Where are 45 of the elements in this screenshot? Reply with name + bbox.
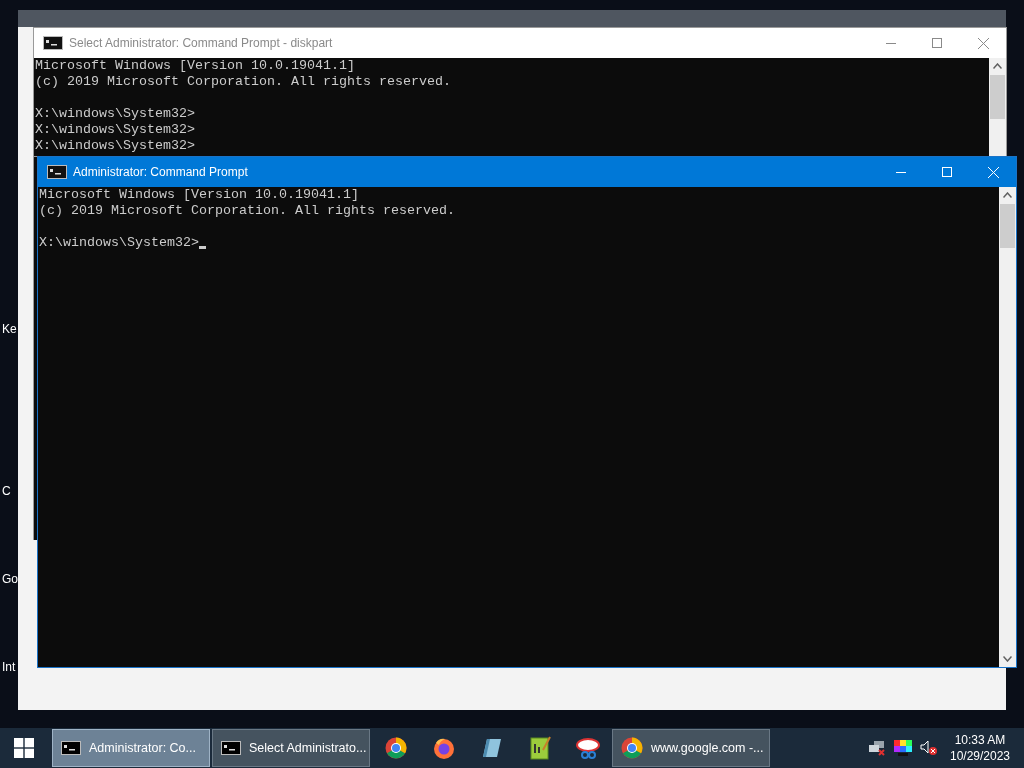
- clock-time: 10:33 AM: [954, 732, 1006, 748]
- scroll-thumb[interactable]: [990, 75, 1005, 119]
- close-icon: [987, 166, 999, 178]
- scroll-thumb[interactable]: [1000, 204, 1015, 248]
- console-line: Microsoft Windows [Version 10.0.19041.1]: [39, 187, 359, 203]
- console-line: (c) 2019 Microsoft Corporation. All rights reserved.: [39, 203, 455, 219]
- window-title: Administrator: Command Prompt: [73, 164, 248, 181]
- window-title: Select Administrator: Command Prompt - diskpart: [69, 35, 333, 52]
- taskbar-window-button[interactable]: Administrator: Co...: [52, 729, 210, 767]
- scroll-down-icon[interactable]: [1003, 656, 1012, 662]
- minimize-icon: [886, 42, 896, 44]
- desktop-icon-label: C: [2, 483, 11, 500]
- maximize-icon: [942, 167, 952, 177]
- chart-document-icon: [529, 736, 551, 760]
- volume-muted-icon[interactable]: [920, 740, 938, 756]
- scroll-up-icon[interactable]: [993, 63, 1002, 69]
- minimize-icon: [896, 171, 906, 173]
- console-icon: [47, 165, 67, 179]
- console-line: X:\windows\System32>: [35, 106, 195, 122]
- chrome-icon: [621, 737, 643, 759]
- taskbar-window-button[interactable]: www.google.com -...: [612, 729, 770, 767]
- display-color-icon[interactable]: [894, 740, 912, 756]
- desktop-icon-label: Go: [2, 571, 18, 588]
- firefox-icon: [433, 737, 455, 759]
- desktop-icon-label: Int: [2, 659, 16, 676]
- console-icon: [43, 36, 63, 50]
- windows-logo-icon: [14, 738, 34, 758]
- console-line: Microsoft Windows [Version 10.0.19041.1]: [35, 58, 355, 74]
- console-line: X:\windows\System32>: [35, 138, 195, 154]
- chrome-icon: [385, 737, 407, 759]
- notepad-icon: [481, 737, 503, 759]
- scissors-icon: [575, 737, 601, 759]
- clock-date: 10/29/2023: [949, 748, 1011, 764]
- console-icon: [61, 741, 81, 755]
- desktop-icon-label: Ke: [2, 321, 17, 338]
- maximize-icon: [932, 38, 942, 48]
- console-line: X:\windows\System32>: [35, 122, 195, 138]
- network-error-icon[interactable]: [868, 740, 886, 756]
- clock[interactable]: 10:33 AM 10/29/2023: [946, 732, 1014, 764]
- taskbar-window-button[interactable]: Select Administrato...: [212, 729, 370, 767]
- close-icon: [977, 37, 989, 49]
- console-line: (c) 2019 Microsoft Corporation. All rights reserved.: [35, 74, 451, 90]
- scroll-up-icon[interactable]: [1003, 192, 1012, 198]
- console-line: X:\windows\System32>: [39, 235, 199, 251]
- console-icon: [221, 741, 241, 755]
